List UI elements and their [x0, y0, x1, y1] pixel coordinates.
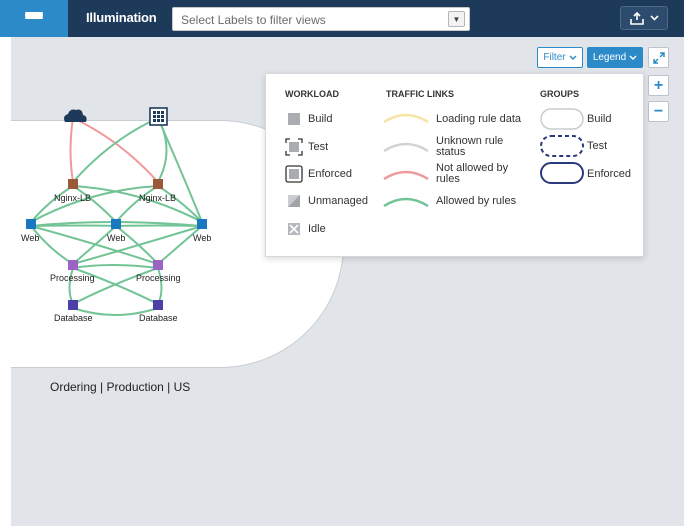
node-label-processing: Processing: [50, 273, 95, 283]
internet-cloud-icon[interactable]: [64, 109, 87, 123]
test-workload-icon: [285, 138, 303, 156]
legend-workload-test: Test: [308, 141, 329, 153]
idle-workload-icon: [288, 223, 300, 235]
expand-icon: [652, 51, 665, 64]
legend-workload-idle: Idle: [308, 223, 326, 235]
legend-workload-enforced: Enforced: [308, 168, 353, 180]
workload-node-web[interactable]: [26, 219, 36, 229]
node-label-processing: Processing: [136, 273, 181, 283]
node-label-web: Web: [21, 233, 40, 243]
legend-workload-build: Build: [308, 113, 333, 125]
traffic-link-allowed[interactable]: [30, 185, 74, 223]
legend-link-allowed: Allowed by rules: [436, 195, 517, 207]
traffic-link-not-allowed[interactable]: [72, 117, 159, 183]
datacenter-icon[interactable]: [149, 107, 168, 126]
node-label-web: Web: [193, 233, 212, 243]
filter-button[interactable]: Filter: [537, 47, 583, 68]
workload-node-web[interactable]: [197, 219, 207, 229]
workload-node-lb[interactable]: [68, 179, 78, 189]
traffic-link-not-allowed[interactable]: [69, 117, 74, 183]
loading-link-icon: [383, 113, 429, 124]
zoom-in-button[interactable]: +: [648, 75, 669, 96]
legend-heading-workload: WORKLOAD: [285, 89, 339, 99]
workload-node-web[interactable]: [111, 219, 121, 229]
zoom-out-button[interactable]: −: [648, 101, 669, 122]
legend-heading-traffic: TRAFFIC LINKS: [386, 89, 454, 99]
legend-panel: WORKLOAD TRAFFIC LINKS GROUPS Build Test…: [265, 73, 644, 257]
traffic-link-allowed[interactable]: [72, 264, 159, 269]
node-label-lb: Nginx-LB: [54, 193, 92, 203]
legend-button[interactable]: Legend: [587, 47, 643, 68]
legend-button-label: Legend: [592, 52, 627, 63]
filter-button-label: Filter: [543, 52, 566, 63]
legend-workload-unmanaged: Unmanaged: [308, 195, 368, 207]
legend-group-test: Test: [587, 140, 608, 152]
unknown-link-icon: [383, 142, 429, 153]
workload-node-database[interactable]: [68, 300, 78, 310]
build-group-icon: [540, 108, 584, 130]
node-label-database: Database: [139, 313, 178, 323]
chevron-down-icon: [569, 55, 577, 60]
fullscreen-button[interactable]: [648, 47, 669, 68]
enforced-group-icon: [540, 162, 584, 184]
workload-node-processing[interactable]: [153, 260, 163, 270]
workload-node-lb[interactable]: [153, 179, 163, 189]
legend-group-enforced: Enforced: [587, 168, 632, 180]
not-allowed-link-icon: [383, 170, 429, 181]
legend-group-build: Build: [587, 113, 612, 125]
traffic-link-allowed[interactable]: [72, 185, 117, 223]
traffic-link-allowed[interactable]: [115, 185, 159, 223]
build-workload-icon: [288, 113, 300, 125]
enforced-workload-icon: [285, 165, 303, 183]
legend-link-not-allowed: Not allowed by rules: [436, 162, 509, 185]
node-label-database: Database: [54, 313, 93, 323]
test-group-icon: [540, 135, 584, 157]
legend-link-unknown: Unknown rule status: [436, 135, 504, 158]
allowed-link-icon: [383, 197, 429, 208]
traffic-link-allowed[interactable]: [72, 117, 159, 183]
workload-node-database[interactable]: [153, 300, 163, 310]
node-label-lb: Nginx-LB: [139, 193, 177, 203]
chevron-down-icon: [629, 55, 637, 60]
legend-link-loading: Loading rule data: [436, 113, 522, 125]
legend-heading-groups: GROUPS: [540, 89, 580, 99]
node-label-web: Web: [107, 233, 126, 243]
workload-node-processing[interactable]: [68, 260, 78, 270]
unmanaged-workload-icon: [288, 195, 300, 207]
